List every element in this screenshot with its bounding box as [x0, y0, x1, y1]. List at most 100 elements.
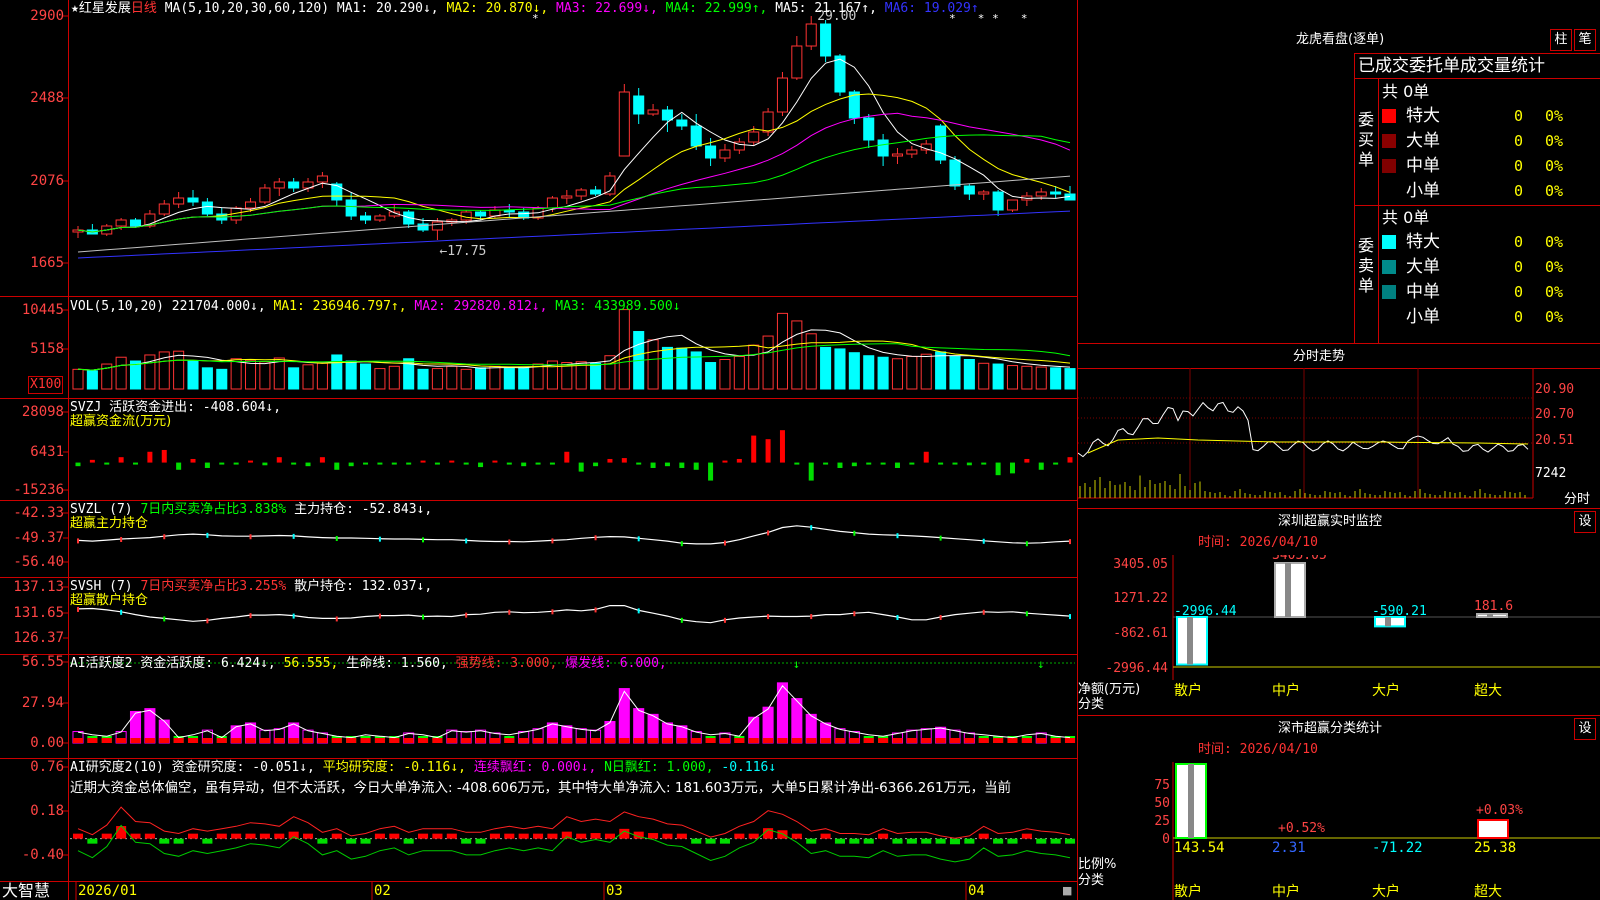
activity-base: [202, 738, 213, 743]
flow-bar: [334, 462, 340, 470]
class-category: 中户: [1272, 883, 1300, 900]
flow-bar: [722, 460, 728, 463]
sell-label: 委卖单: [1358, 236, 1375, 295]
monitor-bar-shade: [1285, 563, 1291, 617]
research-bar: [144, 833, 155, 839]
research-bar: [906, 838, 917, 844]
activity-base: [403, 738, 414, 743]
class-value-label: 25.38: [1474, 840, 1516, 856]
candle-down: [705, 145, 717, 159]
activity-base: [475, 738, 486, 743]
monitor-category: 散户: [1174, 682, 1202, 699]
main-chart-area[interactable]: 29.00 ←17.75 * * * * * ↓ ↓ 2900 2488 2076 1665 10445…: [0, 0, 1078, 900]
class-category: 超大: [1474, 884, 1502, 900]
flow-bar: [434, 462, 440, 465]
buy-label: 委买单: [1358, 110, 1375, 169]
research-bar: [676, 833, 687, 839]
intraday-chart[interactable]: [1078, 368, 1600, 508]
activity-base: [360, 738, 371, 743]
activity-base: [302, 738, 314, 743]
research-bar: [1036, 838, 1047, 844]
class-ytick: 25: [1154, 814, 1170, 829]
activity-base: [1021, 738, 1032, 743]
stats-title: 已成交委托单成交量统计: [1358, 56, 1545, 76]
ai2-continuous: 连续飘红: 0.000↓,: [473, 760, 597, 775]
activity-base: [446, 738, 457, 743]
activity-base: [489, 738, 500, 743]
svsh-title: SVSH (7): [70, 579, 133, 594]
date-label: 2026/01: [78, 883, 138, 899]
activity-base: [791, 738, 802, 743]
candle-down: [475, 211, 487, 217]
price-ytick: 2900: [30, 8, 64, 24]
class-value-label: 143.54: [1174, 840, 1225, 856]
settings-button[interactable]: 设: [1574, 511, 1596, 533]
activity-base: [72, 738, 84, 743]
activity-base: [1064, 738, 1076, 743]
tick-view-button[interactable]: 笔: [1574, 29, 1596, 51]
divider: [1078, 508, 1600, 509]
ai1-strongline: 强势线: 3.000,: [455, 656, 558, 671]
vol-bar-up: [388, 365, 400, 390]
buy-count: 0: [1514, 182, 1524, 200]
vol-bar-up: [302, 364, 314, 390]
research-bar: [748, 833, 759, 839]
monitor-value-label: 181.6: [1474, 599, 1513, 614]
activity-base: [317, 738, 328, 743]
lock-icon[interactable]: ■: [1062, 883, 1072, 899]
research-bar: [1007, 838, 1018, 844]
class-bar-shade: [1188, 764, 1194, 838]
vol-bar-down: [360, 363, 372, 390]
settings-button-2[interactable]: 设: [1574, 718, 1596, 740]
intraday-price-line: [1078, 401, 1529, 458]
flow-bar: [564, 451, 570, 463]
period-label[interactable]: 日线: [131, 1, 157, 16]
intraday-title: 分时走势: [1293, 349, 1346, 364]
activity-base: [648, 738, 659, 743]
research-bar: [432, 833, 443, 839]
candle-up: [776, 77, 788, 113]
activity-base: [921, 738, 932, 743]
research-bar: [116, 826, 127, 839]
vol-bar-down: [331, 354, 343, 390]
flow-bar: [578, 462, 584, 472]
research-bar: [993, 838, 1004, 844]
research-bar: [461, 838, 472, 844]
divider: [1354, 78, 1600, 79]
class-chart[interactable]: 75 50 25 0 +0.52% +0.03% 143.54 2.31 -71.22 25.38…: [1078, 762, 1600, 900]
vol-bar-up: [1021, 365, 1033, 390]
activity-base: [245, 738, 256, 743]
buy-count: 0: [1514, 157, 1524, 175]
vol-bar-up: [72, 368, 84, 390]
vol-bar-down: [949, 355, 961, 390]
low-label: ←17.75: [439, 244, 486, 259]
class-ytick: 75: [1154, 778, 1170, 793]
ma2-value: MA2: 20.870↓,: [446, 1, 549, 16]
activity-base: [590, 738, 601, 743]
buy-pct: 0%: [1545, 107, 1564, 125]
ai2-ytick: -0.40: [21, 847, 64, 863]
svsh-ytick: 137.13: [13, 579, 64, 595]
flow-bar: [233, 462, 239, 465]
activity-base: [763, 738, 774, 743]
activity-base: [533, 738, 544, 743]
sell-count: 0: [1514, 283, 1524, 301]
sell-swatch: [1382, 235, 1396, 249]
activity-base: [1036, 738, 1047, 743]
svsh-position: 散户持仓: 132.037↓,: [294, 579, 433, 594]
monitor-chart[interactable]: 3405.05 1271.22 -862.61 -2996.44 -2996.44 340…: [1078, 555, 1600, 715]
buy-pct: 0%: [1545, 132, 1564, 150]
buy-swatch: [1382, 109, 1396, 123]
buy-name: 小单: [1406, 181, 1440, 201]
bar-view-button[interactable]: 柱: [1550, 29, 1572, 51]
flow-bar: [291, 462, 297, 465]
price-ytick: 2076: [30, 173, 64, 189]
vol-bar-down: [503, 367, 515, 390]
activity-base: [662, 738, 673, 743]
date-label: 04: [968, 883, 985, 899]
vol-bar-up: [532, 363, 544, 390]
candle-up: [575, 189, 587, 197]
ai2-nday: N日飘红: 1.000,: [604, 760, 714, 775]
svzl-title: SVZL (7): [70, 502, 133, 517]
research-bar: [806, 838, 817, 844]
